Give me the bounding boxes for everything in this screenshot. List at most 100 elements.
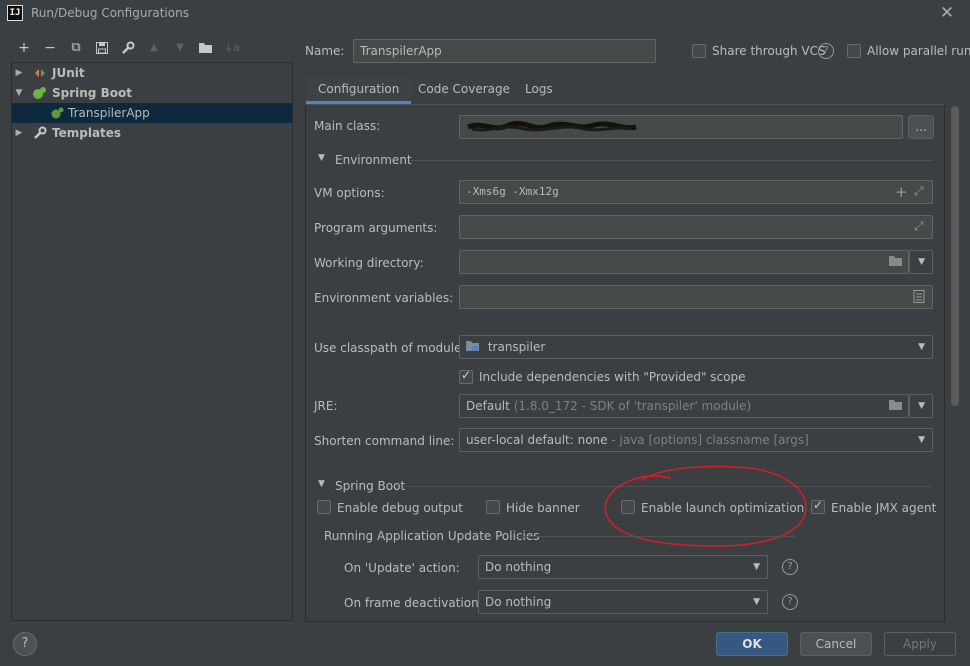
tab-code-coverage[interactable]: Code Coverage [406,76,522,104]
classpath-label: Use classpath of module: [314,341,466,355]
on-frame-select[interactable]: Do nothing ▼ [478,590,768,614]
tree-item-label: Spring Boot [52,86,132,100]
ok-button[interactable]: OK [716,632,788,656]
copy-icon[interactable]: ⧉ [66,38,86,58]
include-deps-label: Include dependencies with "Provided" sco… [479,370,746,384]
help-icon[interactable]: ? [782,594,798,610]
jre-label: JRE: [314,399,338,413]
spring-boot-app-icon [50,106,64,120]
folder-icon[interactable] [889,255,903,270]
on-update-value: Do nothing [485,560,552,574]
annotation-circle [604,465,807,547]
vm-options-input[interactable]: -Xms6g -Xmx12g [459,180,933,204]
tree-item-label: TranspilerApp [68,106,150,120]
chevron-down-icon: ▼ [918,257,925,267]
cancel-button[interactable]: Cancel [800,632,872,656]
chevron-down-icon: ▼ [753,597,760,607]
tree-item-label: Templates [52,126,122,140]
working-dir-dropdown[interactable]: ▼ [909,250,933,274]
jre-value: Default [466,399,510,413]
include-deps-checkbox[interactable] [459,368,473,384]
document-icon[interactable] [913,290,925,306]
junit-icon [34,66,48,80]
name-input[interactable]: TranspilerApp [353,39,656,63]
jmx-agent-label: Enable JMX agent [831,501,937,515]
section-collapse-icon[interactable]: ▼ [318,153,325,163]
config-tree: ▶ JUnit ▼ Spring Boot TranspilerApp ▶ Te… [11,62,293,621]
sort-icon[interactable]: ↓a [222,38,242,58]
tree-item-label: JUnit [52,66,85,80]
tab-configuration[interactable]: Configuration [306,76,412,104]
add-icon[interactable]: + [14,38,34,58]
collapsed-arrow-icon[interactable]: ▶ [14,63,24,83]
remove-icon[interactable]: − [40,38,60,58]
expanded-arrow-icon[interactable]: ▼ [14,83,24,103]
expand-icon[interactable]: ⤢ [914,219,924,234]
spring-boot-icon [32,86,46,100]
folder-icon[interactable] [889,399,903,414]
vm-options-label: VM options: [314,186,385,200]
working-dir-label: Working directory: [314,256,424,270]
section-divider [517,536,795,537]
tab-logs[interactable]: Logs [513,76,565,104]
chevron-down-icon: ▼ [918,342,925,352]
help-button[interactable]: ? [13,632,37,656]
section-divider [410,160,932,161]
tree-item-transpiler-app[interactable]: TranspilerApp [12,103,292,123]
program-args-input[interactable] [459,215,933,239]
new-folder-icon[interactable] [196,38,216,58]
enable-debug-label: Enable debug output [337,501,463,515]
program-args-label: Program arguments: [314,221,438,235]
enable-debug-checkbox[interactable] [317,500,331,514]
chevron-down-icon: ▼ [918,401,925,411]
allow-parallel-label: Allow parallel run [867,44,970,58]
app-icon: IJ [7,5,23,21]
chevron-down-icon: ▼ [753,562,760,572]
name-label: Name: [305,44,345,58]
scrollbar-thumb[interactable] [951,106,959,406]
on-frame-value: Do nothing [485,595,552,609]
module-icon [466,337,480,359]
policies-label: Running Application Update Policies [324,529,540,543]
window-title: Run/Debug Configurations [31,6,189,20]
help-icon[interactable]: ? [818,43,834,59]
move-down-icon[interactable]: ▼ [170,38,190,58]
close-icon[interactable]: ✕ [937,3,957,23]
main-class-input[interactable] [459,115,903,139]
env-vars-input[interactable] [459,285,933,309]
add-icon[interactable]: + [895,183,908,201]
section-collapse-icon[interactable]: ▼ [318,479,325,489]
shorten-value: user-local default: none [466,433,608,447]
jre-detail: (1.8.0_172 - SDK of 'transpiler' module) [513,399,752,413]
hide-banner-label: Hide banner [506,501,580,515]
shorten-command-select[interactable]: user-local default: none - java [options… [459,428,933,452]
apply-button[interactable]: Apply [884,632,956,656]
spring-boot-section-label: Spring Boot [335,479,406,493]
env-vars-label: Environment variables: [314,291,454,305]
jre-dropdown[interactable]: ▼ [909,394,933,418]
on-update-select[interactable]: Do nothing ▼ [478,555,768,579]
wrench-icon[interactable] [118,38,138,58]
allow-parallel-checkbox[interactable] [847,44,861,58]
move-up-icon[interactable]: ▲ [144,38,164,58]
shorten-label: Shorten command line: [314,434,455,448]
share-vcs-label: Share through VCS [712,44,826,58]
browse-main-class-button[interactable]: ... [908,115,934,139]
help-icon[interactable]: ? [782,559,798,575]
share-vcs-checkbox[interactable] [692,44,706,58]
tree-item-templates[interactable]: ▶ Templates [12,123,292,143]
on-frame-label: On frame deactivation: [344,596,483,610]
jre-input[interactable]: Default (1.8.0_172 - SDK of 'transpiler'… [459,394,909,418]
working-dir-input[interactable] [459,250,909,274]
collapsed-arrow-icon[interactable]: ▶ [14,123,24,143]
save-icon[interactable] [92,38,112,58]
main-class-label: Main class: [314,119,381,133]
classpath-module-select[interactable]: transpiler ▼ [459,335,933,359]
expand-icon[interactable]: ⤢ [914,184,924,199]
tree-item-spring-boot[interactable]: ▼ Spring Boot [12,83,292,103]
tree-item-junit[interactable]: ▶ JUnit [12,63,292,83]
environment-section-label: Environment [335,153,412,167]
on-update-label: On 'Update' action: [344,561,460,575]
hide-banner-checkbox[interactable] [486,500,500,514]
redacted-text [467,120,637,132]
